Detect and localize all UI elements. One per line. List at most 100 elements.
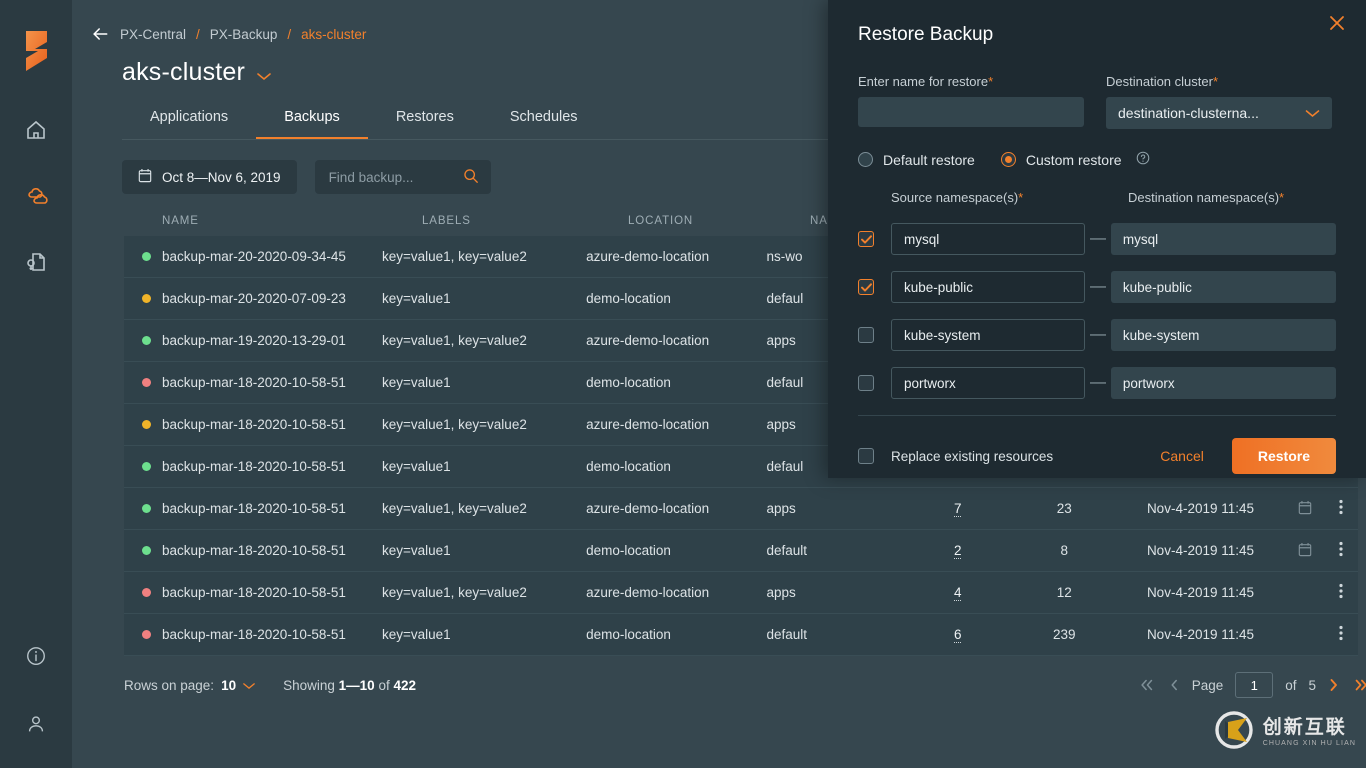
status-dot	[142, 546, 151, 555]
cell-resources[interactable]: 4	[903, 585, 1012, 601]
table-row[interactable]: backup-mar-18-2020-10-58-51 key=value1 dem…	[124, 530, 1358, 572]
required-asterisk: *	[1018, 190, 1024, 205]
namespace-dash: —	[1089, 278, 1106, 295]
table-row[interactable]: backup-mar-18-2020-10-58-51 key=value1 dem…	[124, 614, 1358, 656]
search-icon[interactable]	[463, 168, 479, 187]
sidebar-item-clusters[interactable]	[14, 174, 58, 218]
resources-link[interactable]: 6	[953, 627, 962, 643]
rail-nav	[14, 108, 58, 284]
row-menu-button[interactable]	[1324, 625, 1358, 644]
help-circle-icon[interactable]	[1136, 151, 1150, 168]
showing-total: 422	[393, 677, 417, 693]
row-menu-button[interactable]	[1324, 583, 1358, 602]
cell-name: backup-mar-18-2020-10-58-51	[162, 627, 346, 642]
namespace-checkbox[interactable]	[858, 231, 874, 247]
more-vertical-icon	[1339, 625, 1343, 641]
tab-schedules[interactable]: Schedules	[482, 101, 606, 140]
source-namespace-input[interactable]	[891, 223, 1085, 255]
breadcrumb-item-2[interactable]: aks-cluster	[301, 27, 366, 42]
cancel-button[interactable]: Cancel	[1148, 440, 1216, 472]
prev-page-button[interactable]	[1168, 677, 1180, 693]
more-vertical-icon	[1339, 541, 1343, 557]
chevron-down-icon[interactable]	[1305, 105, 1320, 121]
first-page-button[interactable]	[1138, 677, 1156, 693]
restore-name-label: Enter name for restore*	[858, 74, 1084, 89]
source-namespace-input[interactable]	[891, 319, 1085, 351]
column-header-name[interactable]: NAME	[162, 215, 422, 227]
cell-labels: key=value1	[381, 459, 451, 474]
calendar-icon	[1298, 500, 1311, 514]
row-menu-button[interactable]	[1324, 499, 1358, 518]
radio-default-restore[interactable]: Default restore	[858, 152, 975, 168]
resources-link[interactable]: 4	[953, 585, 962, 601]
search-input[interactable]	[328, 169, 449, 185]
source-namespace-input[interactable]	[891, 367, 1085, 399]
namespace-checkbox[interactable]	[858, 327, 874, 343]
row-menu-button[interactable]	[1324, 541, 1358, 560]
sidebar-item-home[interactable]	[14, 108, 58, 152]
destination-cluster-label-text: Destination cluster	[1106, 74, 1213, 89]
breadcrumb-item-0[interactable]: PX-Central	[120, 27, 186, 42]
sidebar-item-info[interactable]	[14, 634, 58, 678]
replace-existing-resources-toggle[interactable]: Replace existing resources	[858, 448, 1053, 464]
destination-cluster-select[interactable]: destination-clusterna...	[1106, 97, 1332, 129]
page-of-label: of	[1285, 677, 1297, 693]
dialog-actions: Replace existing resources Cancel Restor…	[858, 438, 1336, 474]
status-dot	[142, 588, 151, 597]
table-row[interactable]: backup-mar-18-2020-10-58-51 key=value1, k…	[124, 488, 1358, 530]
breadcrumb-item-1[interactable]: PX-Backup	[210, 27, 278, 42]
user-icon	[28, 716, 44, 732]
px-logo[interactable]	[16, 28, 56, 74]
replace-existing-checkbox[interactable]	[858, 448, 874, 464]
destination-cluster-field: Destination cluster* destination-cluster…	[1106, 74, 1332, 129]
radio-custom-restore[interactable]: Custom restore	[1000, 151, 1150, 168]
chevron-down-icon[interactable]	[243, 678, 255, 693]
cell-labels: key=value1, key=value2	[381, 333, 527, 348]
cell-resources[interactable]: 6	[903, 627, 1012, 643]
tab-applications[interactable]: Applications	[122, 101, 256, 140]
document-key-icon	[27, 253, 45, 271]
destination-namespace-input[interactable]	[1110, 367, 1336, 399]
cell-resources[interactable]: 7	[903, 501, 1012, 517]
destination-namespace-input[interactable]	[1110, 319, 1336, 351]
namespace-checkbox[interactable]	[858, 279, 874, 295]
namespace-checkbox[interactable]	[858, 375, 874, 391]
namespace-row: —	[858, 263, 1336, 311]
cell-location: demo-location	[586, 459, 671, 474]
back-arrow-icon[interactable]	[90, 24, 110, 44]
destination-namespace-input[interactable]	[1110, 223, 1336, 255]
cell-namespace: apps	[766, 501, 796, 516]
resources-link[interactable]: 2	[953, 543, 962, 559]
sidebar-item-account[interactable]	[14, 702, 58, 746]
tab-backups[interactable]: Backups	[256, 101, 368, 140]
search-box[interactable]	[314, 160, 491, 194]
page-number-input[interactable]	[1235, 672, 1274, 698]
last-page-button[interactable]	[1352, 676, 1366, 694]
chevron-down-icon[interactable]	[257, 68, 271, 81]
namespace-row: —	[858, 311, 1336, 359]
column-header-labels[interactable]: LABELS	[422, 215, 628, 227]
destination-namespace-input[interactable]	[1110, 271, 1336, 303]
cell-labels: key=value1, key=value2	[381, 501, 527, 516]
page-title: aks-cluster	[122, 58, 246, 86]
resources-link[interactable]: 7	[953, 501, 962, 517]
source-namespace-input[interactable]	[891, 271, 1085, 303]
cell-schedule-icon[interactable]	[1285, 500, 1325, 518]
destination-namespace-header: Destination namespace(s)*	[1128, 190, 1284, 205]
rows-per-page-select[interactable]: Rows on page: 10	[124, 678, 255, 693]
cell-schedule-icon[interactable]	[1285, 542, 1325, 560]
column-header-location[interactable]: LOCATION	[628, 215, 810, 227]
restore-button[interactable]: Restore	[1231, 438, 1336, 474]
breadcrumb-separator: /	[196, 26, 200, 42]
radio-custom-restore-indicator[interactable]	[1000, 152, 1016, 167]
sidebar-item-license[interactable]	[14, 240, 58, 284]
radio-default-restore-indicator[interactable]	[858, 152, 873, 167]
date-range-picker[interactable]: Oct 8—Nov 6, 2019	[122, 160, 297, 194]
table-row[interactable]: backup-mar-18-2020-10-58-51 key=value1, k…	[124, 572, 1358, 614]
source-namespace-label: Source namespace(s)*	[891, 190, 1106, 205]
restore-name-input[interactable]	[858, 97, 1084, 127]
cell-resources[interactable]: 2	[903, 543, 1012, 559]
next-page-button[interactable]	[1328, 676, 1340, 694]
tab-restores[interactable]: Restores	[368, 101, 482, 140]
close-icon[interactable]	[1328, 14, 1346, 37]
